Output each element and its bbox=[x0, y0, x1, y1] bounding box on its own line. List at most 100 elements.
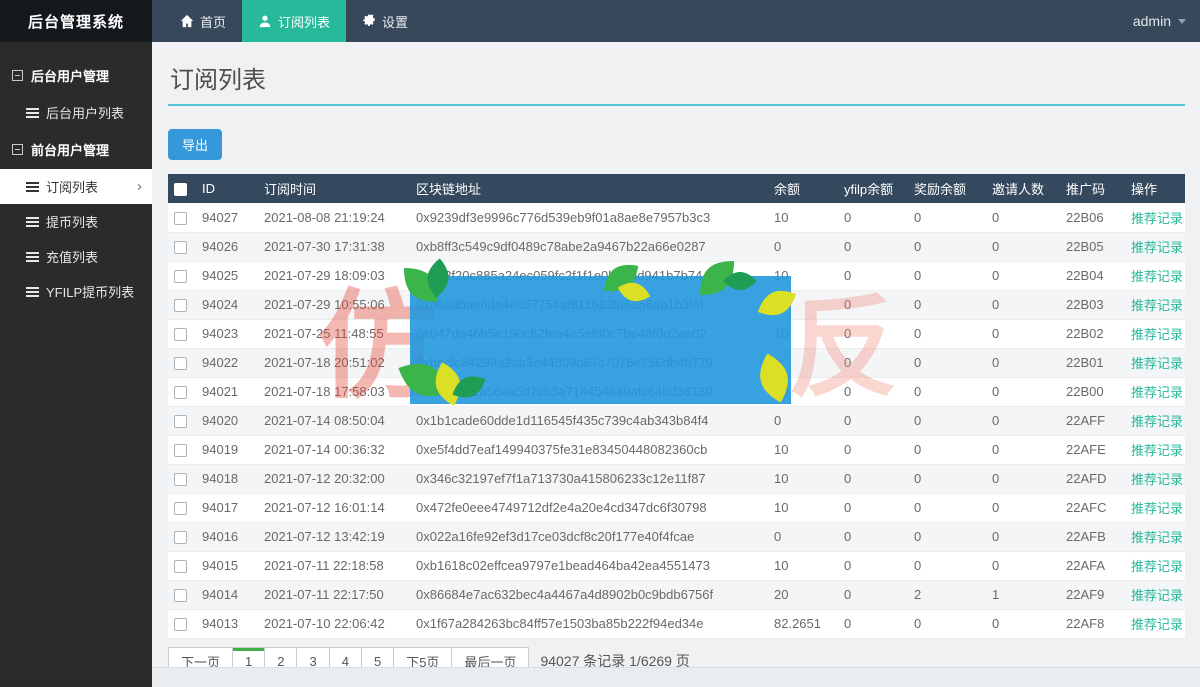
cell-yfilp-balance: 0 bbox=[838, 261, 908, 290]
referral-record-link[interactable]: 推荐记录 bbox=[1131, 559, 1183, 574]
cell-time: 2021-07-30 17:31:38 bbox=[258, 232, 410, 261]
cell-code: 22AFD bbox=[1060, 464, 1125, 493]
cell-address: 0x86684e7ac632bec4a4467a4d8902b0c9bdb675… bbox=[410, 580, 768, 609]
referral-record-link[interactable]: 推荐记录 bbox=[1131, 501, 1183, 516]
referral-record-link[interactable]: 推荐记录 bbox=[1131, 211, 1183, 226]
row-checkbox[interactable] bbox=[174, 502, 187, 515]
cell-id: 94019 bbox=[196, 435, 258, 464]
top-navbar: 后台管理系统 首页订阅列表 设置 admin bbox=[0, 0, 1200, 42]
cell-time: 2021-07-14 00:36:32 bbox=[258, 435, 410, 464]
sidebar-item-5[interactable]: 充值列表 bbox=[0, 239, 152, 274]
sidebar-item-1[interactable]: 后台用户列表 bbox=[0, 95, 152, 130]
cell-invites: 0 bbox=[986, 609, 1060, 638]
referral-record-link[interactable]: 推荐记录 bbox=[1131, 588, 1183, 603]
nav-item-label: 首页 bbox=[200, 12, 226, 31]
table-row: 940192021-07-14 00:36:320xe5f4dd7eaf1499… bbox=[168, 435, 1185, 464]
row-checkbox[interactable] bbox=[174, 415, 187, 428]
col-header-reward: 奖励余额 bbox=[908, 174, 986, 203]
cell-invites: 0 bbox=[986, 348, 1060, 377]
cell-action: 推荐记录 bbox=[1125, 406, 1185, 435]
cell-checkbox bbox=[168, 580, 196, 609]
table-row: 940272021-08-08 21:19:240x9239df3e9996c7… bbox=[168, 203, 1185, 232]
sidebar-item-6[interactable]: YFILP提币列表 bbox=[0, 274, 152, 309]
cell-action: 推荐记录 bbox=[1125, 261, 1185, 290]
select-all-checkbox[interactable] bbox=[174, 183, 187, 196]
cell-yfilp-balance: 0 bbox=[838, 493, 908, 522]
table-row: 940132021-07-10 22:06:420x1f67a284263bc8… bbox=[168, 609, 1185, 638]
cell-invites: 0 bbox=[986, 261, 1060, 290]
promo-overlay-image bbox=[410, 276, 791, 404]
brand-title: 后台管理系统 bbox=[0, 0, 152, 42]
row-checkbox[interactable] bbox=[174, 270, 187, 283]
sidebar-item-3[interactable]: 订阅列表› bbox=[0, 169, 152, 204]
row-checkbox[interactable] bbox=[174, 589, 187, 602]
referral-record-link[interactable]: 推荐记录 bbox=[1131, 385, 1183, 400]
cell-action: 推荐记录 bbox=[1125, 319, 1185, 348]
cell-reward-balance: 0 bbox=[908, 348, 986, 377]
row-checkbox[interactable] bbox=[174, 560, 187, 573]
cell-code: 22AFA bbox=[1060, 551, 1125, 580]
sidebar-item-label: YFILP提币列表 bbox=[46, 282, 134, 301]
nav-item-0[interactable]: 首页 bbox=[164, 0, 242, 42]
cell-address: 0xe5f4dd7eaf149940375fe31e83450448082360… bbox=[410, 435, 768, 464]
nav-item-label: 设置 bbox=[382, 12, 408, 31]
cell-reward-balance: 2 bbox=[908, 580, 986, 609]
sidebar-item-0[interactable]: 后台用户管理 bbox=[0, 56, 152, 95]
row-checkbox[interactable] bbox=[174, 386, 187, 399]
main-nav: 首页订阅列表 设置 bbox=[164, 0, 424, 42]
table-row: 940182021-07-12 20:32:000x346c32197ef7f1… bbox=[168, 464, 1185, 493]
cell-id: 94013 bbox=[196, 609, 258, 638]
cell-code: 22B03 bbox=[1060, 290, 1125, 319]
referral-record-link[interactable]: 推荐记录 bbox=[1131, 617, 1183, 632]
cell-reward-balance: 0 bbox=[908, 377, 986, 406]
cell-action: 推荐记录 bbox=[1125, 232, 1185, 261]
cell-time: 2021-07-29 18:09:03 bbox=[258, 261, 410, 290]
export-button[interactable]: 导出 bbox=[168, 129, 222, 160]
sidebar-item-label: 前台用户管理 bbox=[31, 140, 109, 159]
cell-time: 2021-07-12 13:42:19 bbox=[258, 522, 410, 551]
nav-item-1[interactable]: 订阅列表 bbox=[242, 0, 346, 42]
nav-item-2[interactable]: 设置 bbox=[346, 0, 424, 42]
cell-reward-balance: 0 bbox=[908, 406, 986, 435]
sidebar-item-4[interactable]: 提币列表 bbox=[0, 204, 152, 239]
cell-checkbox bbox=[168, 551, 196, 580]
referral-record-link[interactable]: 推荐记录 bbox=[1131, 240, 1183, 255]
cell-balance: 0 bbox=[768, 406, 838, 435]
cell-balance: 0 bbox=[768, 232, 838, 261]
referral-record-link[interactable]: 推荐记录 bbox=[1131, 269, 1183, 284]
referral-record-link[interactable]: 推荐记录 bbox=[1131, 530, 1183, 545]
cell-checkbox bbox=[168, 261, 196, 290]
row-checkbox[interactable] bbox=[174, 357, 187, 370]
sidebar-item-2[interactable]: 前台用户管理 bbox=[0, 130, 152, 169]
row-checkbox[interactable] bbox=[174, 299, 187, 312]
referral-record-link[interactable]: 推荐记录 bbox=[1131, 356, 1183, 371]
table-header-row: ID 订阅时间 区块链地址 余额 yfilp余额 奖励余额 邀请人数 推广码 操… bbox=[168, 174, 1185, 203]
user-menu[interactable]: admin bbox=[1133, 0, 1186, 42]
cell-id: 94016 bbox=[196, 522, 258, 551]
cell-id: 94022 bbox=[196, 348, 258, 377]
table-row: 940152021-07-11 22:18:580xb1618c02effcea… bbox=[168, 551, 1185, 580]
sidebar-item-label: 订阅列表 bbox=[46, 177, 98, 196]
row-checkbox[interactable] bbox=[174, 444, 187, 457]
cell-reward-balance: 0 bbox=[908, 319, 986, 348]
row-checkbox[interactable] bbox=[174, 241, 187, 254]
row-checkbox[interactable] bbox=[174, 618, 187, 631]
row-checkbox[interactable] bbox=[174, 328, 187, 341]
referral-record-link[interactable]: 推荐记录 bbox=[1131, 414, 1183, 429]
referral-record-link[interactable]: 推荐记录 bbox=[1131, 472, 1183, 487]
referral-record-link[interactable]: 推荐记录 bbox=[1131, 298, 1183, 313]
cell-reward-balance: 0 bbox=[908, 290, 986, 319]
cell-action: 推荐记录 bbox=[1125, 348, 1185, 377]
referral-record-link[interactable]: 推荐记录 bbox=[1131, 443, 1183, 458]
cell-address: 0x022a16fe92ef3d17ce03dcf8c20f177e40f4fc… bbox=[410, 522, 768, 551]
cell-code: 22B06 bbox=[1060, 203, 1125, 232]
cell-time: 2021-07-12 16:01:14 bbox=[258, 493, 410, 522]
referral-record-link[interactable]: 推荐记录 bbox=[1131, 327, 1183, 342]
cell-invites: 0 bbox=[986, 464, 1060, 493]
cell-action: 推荐记录 bbox=[1125, 290, 1185, 319]
cell-invites: 1 bbox=[986, 580, 1060, 609]
row-checkbox[interactable] bbox=[174, 212, 187, 225]
row-checkbox[interactable] bbox=[174, 473, 187, 486]
row-checkbox[interactable] bbox=[174, 531, 187, 544]
cell-balance: 82.2651 bbox=[768, 609, 838, 638]
